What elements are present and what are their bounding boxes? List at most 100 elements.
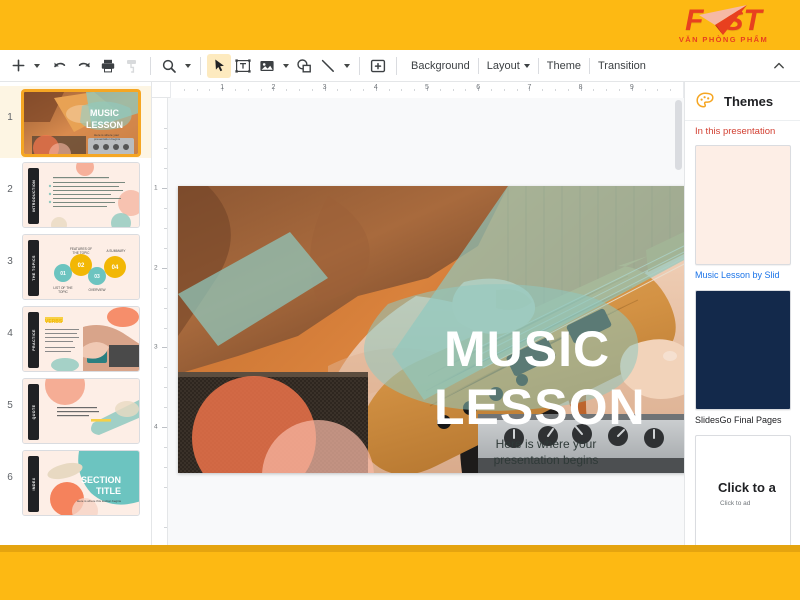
brand-logo-text-part1: F bbox=[685, 4, 702, 37]
filmstrip-slide-5[interactable]: 5 QUOTE bbox=[0, 374, 151, 446]
slide-side-label: PRACTICE bbox=[31, 329, 36, 351]
slide-2-preview bbox=[23, 163, 139, 227]
app-body: 1 MUSIC LESSON Here is where your presen… bbox=[0, 82, 800, 545]
toolbar-divider-4 bbox=[396, 56, 397, 75]
insert-image-icon[interactable] bbox=[255, 54, 279, 78]
theme-option-slidesgo-final[interactable]: SlidesGo Final Pages bbox=[685, 288, 800, 433]
line-icon[interactable] bbox=[316, 54, 340, 78]
select-cursor-icon[interactable] bbox=[207, 53, 231, 78]
layout-label: Layout bbox=[486, 59, 520, 72]
themes-panel[interactable]: Themes In this presentation Music Lesson… bbox=[684, 82, 800, 545]
svg-text:LESSON: LESSON bbox=[86, 120, 123, 130]
theme-button[interactable]: Theme bbox=[539, 56, 589, 76]
brand-subtitle: VĂN PHÒNG PHẨM bbox=[678, 35, 769, 44]
theme-label: Music Lesson by Slid bbox=[695, 270, 780, 280]
svg-text:LESSON: LESSON bbox=[434, 379, 646, 435]
fast-logo: FAST VĂN PHÒNG PHẨM bbox=[661, 3, 786, 47]
palette-icon bbox=[696, 92, 714, 108]
background-label: Background bbox=[411, 59, 470, 72]
horizontal-ruler[interactable]: 123456789 bbox=[152, 82, 684, 98]
filmstrip-slide-2[interactable]: 2 INTRODUCTION bbox=[0, 158, 151, 230]
brand-header: FAST VĂN PHÒNG PHẨM bbox=[0, 0, 800, 50]
layout-dropdown-icon[interactable] bbox=[523, 63, 530, 68]
slide-number: 2 bbox=[7, 184, 13, 195]
slide-thumbnail[interactable]: VERBS PRACTICE bbox=[22, 306, 140, 372]
slide-number: 4 bbox=[7, 328, 13, 339]
filmstrip-slide-4[interactable]: 4 VERBS PRACTICE bbox=[0, 302, 151, 374]
slide-side-label: QUOTE bbox=[31, 404, 36, 420]
theme-thumbnail[interactable] bbox=[695, 290, 791, 410]
svg-text:MUSIC: MUSIC bbox=[90, 108, 120, 118]
canvas-vertical-scrollbar[interactable] bbox=[675, 100, 682, 529]
slide-6-preview: SECTION TITLE Here is where this section… bbox=[23, 451, 139, 515]
slide-background-photo: MUSIC LESSON Here is where your presenta… bbox=[178, 186, 684, 473]
zoom-icon[interactable] bbox=[157, 54, 181, 78]
background-button[interactable]: Background bbox=[403, 56, 478, 76]
theme-option-music-lesson[interactable]: Music Lesson by Slid bbox=[685, 143, 800, 288]
layout-button[interactable]: Layout bbox=[479, 56, 538, 76]
slide-3-preview: 01 02 03 04 FEATURES OF THE TOPIC A SUMM… bbox=[23, 235, 139, 299]
transition-button[interactable]: Transition bbox=[590, 56, 654, 76]
undo-icon[interactable] bbox=[48, 54, 72, 78]
footer-shadow-line bbox=[0, 545, 800, 552]
toolbar-divider-2 bbox=[200, 56, 201, 75]
slide-filmstrip[interactable]: 1 MUSIC LESSON Here is where your presen… bbox=[0, 82, 152, 545]
line-dropdown-icon[interactable] bbox=[340, 54, 353, 78]
filmstrip-slide-1[interactable]: 1 MUSIC LESSON Here is where your presen… bbox=[0, 86, 151, 158]
themes-panel-header: Themes bbox=[685, 82, 800, 120]
themes-subheading: In this presentation bbox=[685, 120, 800, 143]
slide-thumbnail[interactable]: SECTION TITLE Here is where this section… bbox=[22, 450, 140, 516]
theme-label: Theme bbox=[546, 59, 581, 72]
svg-text:presentation begins: presentation begins bbox=[94, 137, 121, 141]
transition-label: Transition bbox=[598, 59, 646, 72]
theme-option-blank[interactable]: Click to a Click to ad bbox=[685, 433, 800, 545]
slide-side-label: THE TOPICS bbox=[31, 255, 36, 281]
svg-text:TOPIC: TOPIC bbox=[58, 290, 68, 294]
theme-blank-title: Click to a bbox=[718, 480, 776, 495]
slide-thumbnail[interactable]: INTRODUCTION bbox=[22, 162, 140, 228]
svg-text:04: 04 bbox=[112, 265, 119, 271]
text-box-icon[interactable] bbox=[231, 54, 255, 78]
svg-text:Here is where your: Here is where your bbox=[496, 437, 597, 451]
redo-icon[interactable] bbox=[72, 54, 96, 78]
slides-app-window: Background Layout Theme Transition 1 MUS… bbox=[0, 50, 800, 545]
add-comment-icon[interactable] bbox=[366, 54, 390, 78]
shape-icon[interactable] bbox=[292, 54, 316, 78]
slide-4-preview: VERBS bbox=[23, 307, 139, 371]
filmstrip-slide-6[interactable]: 6 SECTION TITLE Here is where this secti… bbox=[0, 446, 151, 518]
slide-editor: 123456789 1234 MUSIC LESSON Here is wher… bbox=[152, 82, 684, 545]
svg-text:OVERVIEW: OVERVIEW bbox=[88, 288, 105, 292]
editor-main: 1234 MUSIC LESSON Here is where your pre… bbox=[152, 98, 684, 545]
slide-side-tab: THE TOPICS bbox=[28, 240, 39, 296]
toolbar: Background Layout Theme Transition bbox=[0, 50, 800, 82]
filmstrip-slide-3[interactable]: 3 01 02 03 04 FEATURES OF THE TOPIC A SU… bbox=[0, 230, 151, 302]
svg-text:A SUMMARY: A SUMMARY bbox=[106, 249, 126, 253]
active-slide[interactable]: MUSIC LESSON Here is where your presenta… bbox=[178, 186, 684, 473]
new-slide-icon[interactable] bbox=[6, 54, 30, 78]
slide-thumbnail[interactable]: 01 02 03 04 FEATURES OF THE TOPIC A SUMM… bbox=[22, 234, 140, 300]
slide-side-tab: QUOTE bbox=[28, 384, 39, 440]
slide-side-tab: INTRODUCTION bbox=[28, 168, 39, 224]
new-slide-dropdown-icon[interactable] bbox=[30, 54, 43, 78]
slide-side-tab: PRACTICE bbox=[28, 312, 39, 368]
svg-text:03: 03 bbox=[94, 274, 100, 280]
theme-thumbnail[interactable] bbox=[695, 145, 791, 265]
insert-image-dropdown-icon[interactable] bbox=[279, 54, 292, 78]
vertical-ruler[interactable]: 1234 bbox=[152, 98, 168, 545]
toolbar-divider-3 bbox=[359, 56, 360, 75]
brand-logo-wordmark: FAST bbox=[661, 3, 786, 37]
slide-canvas-area[interactable]: MUSIC LESSON Here is where your presenta… bbox=[168, 98, 684, 545]
theme-thumbnail[interactable]: Click to a Click to ad bbox=[695, 435, 791, 545]
collapse-toolbar-chevron-up-icon[interactable] bbox=[768, 55, 790, 77]
brand-footer bbox=[0, 545, 800, 600]
print-icon[interactable] bbox=[96, 54, 120, 78]
zoom-dropdown-icon[interactable] bbox=[181, 54, 194, 78]
slide-number: 3 bbox=[7, 256, 13, 267]
slide-thumbnail[interactable]: MUSIC LESSON Here is where your presenta… bbox=[22, 90, 140, 156]
svg-text:presentation begins: presentation begins bbox=[494, 453, 599, 467]
scrollbar-thumb[interactable] bbox=[675, 100, 682, 170]
paint-format-icon[interactable] bbox=[120, 54, 144, 78]
svg-text:TITLE: TITLE bbox=[96, 486, 121, 496]
slide-number: 1 bbox=[7, 112, 13, 123]
slide-thumbnail[interactable]: QUOTE bbox=[22, 378, 140, 444]
